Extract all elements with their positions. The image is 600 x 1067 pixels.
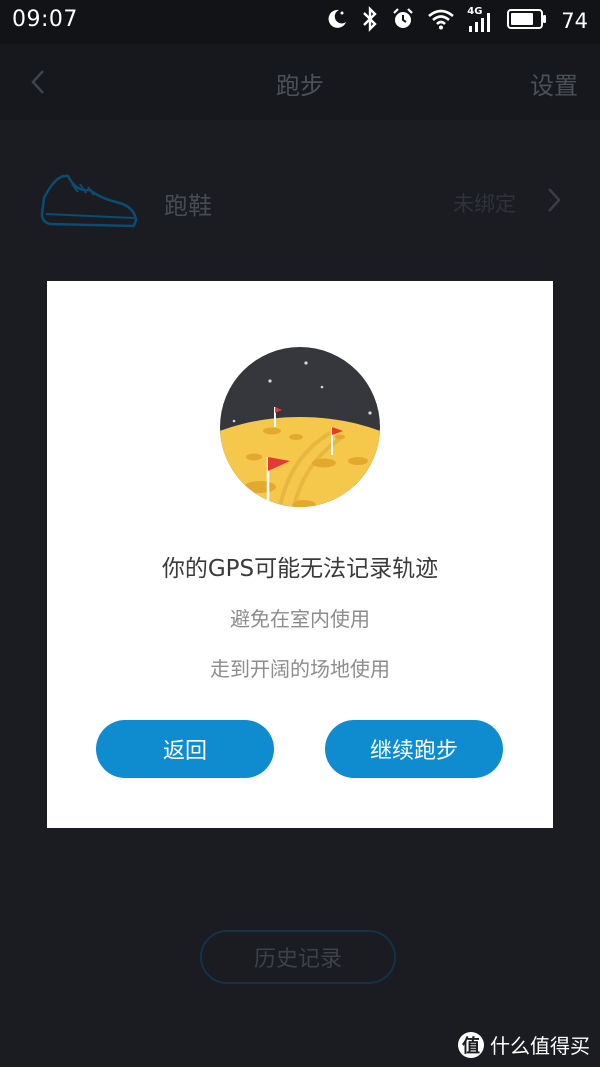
running-screen: 09:07 4G 74 跑步 设置 跑鞋 未绑定 历史记录 值 什么值得买 你的… [0,0,600,1067]
running-shoe-row[interactable]: 跑鞋 未绑定 [0,140,600,260]
wifi-icon [427,8,455,34]
back-dialog-button[interactable]: 返回 [96,720,274,778]
running-shoe-icon [38,162,142,238]
watermark-text: 什么值得买 [490,1034,590,1058]
battery-level: 74 [561,9,588,33]
history-button[interactable]: 历史记录 [200,930,396,984]
status-time: 09:07 [12,7,78,32]
settings-button[interactable]: 设置 [530,66,578,101]
page-title: 跑步 [276,72,324,100]
dialog-tip: 走到开阔的场地使用 [210,657,390,681]
dialog-title: 你的GPS可能无法记录轨迹 [161,556,439,582]
shoe-label: 跑鞋 [164,192,212,220]
moon-flags-illustration [220,347,380,507]
bluetooth-icon [361,6,379,36]
status-bar: 09:07 4G 74 [0,0,600,44]
battery-icon [507,9,547,33]
night-mode-icon [325,7,349,35]
dialog-tip: 避免在室内使用 [230,607,370,631]
chevron-right-icon [546,186,562,218]
continue-running-button[interactable]: 继续跑步 [325,720,503,778]
alarm-icon [391,7,415,35]
signal-icon: 4G [467,6,495,34]
app-header: 跑步 设置 [0,44,600,120]
watermark-badge: 值 [458,1031,484,1058]
shoe-binding-status: 未绑定 [453,192,516,216]
gps-warning-dialog: 你的GPS可能无法记录轨迹 避免在室内使用 走到开阔的场地使用 返回 继续跑步 [47,281,553,828]
watermark: 值 什么值得买 [458,1030,590,1059]
status-icons: 4G 74 [325,6,588,36]
